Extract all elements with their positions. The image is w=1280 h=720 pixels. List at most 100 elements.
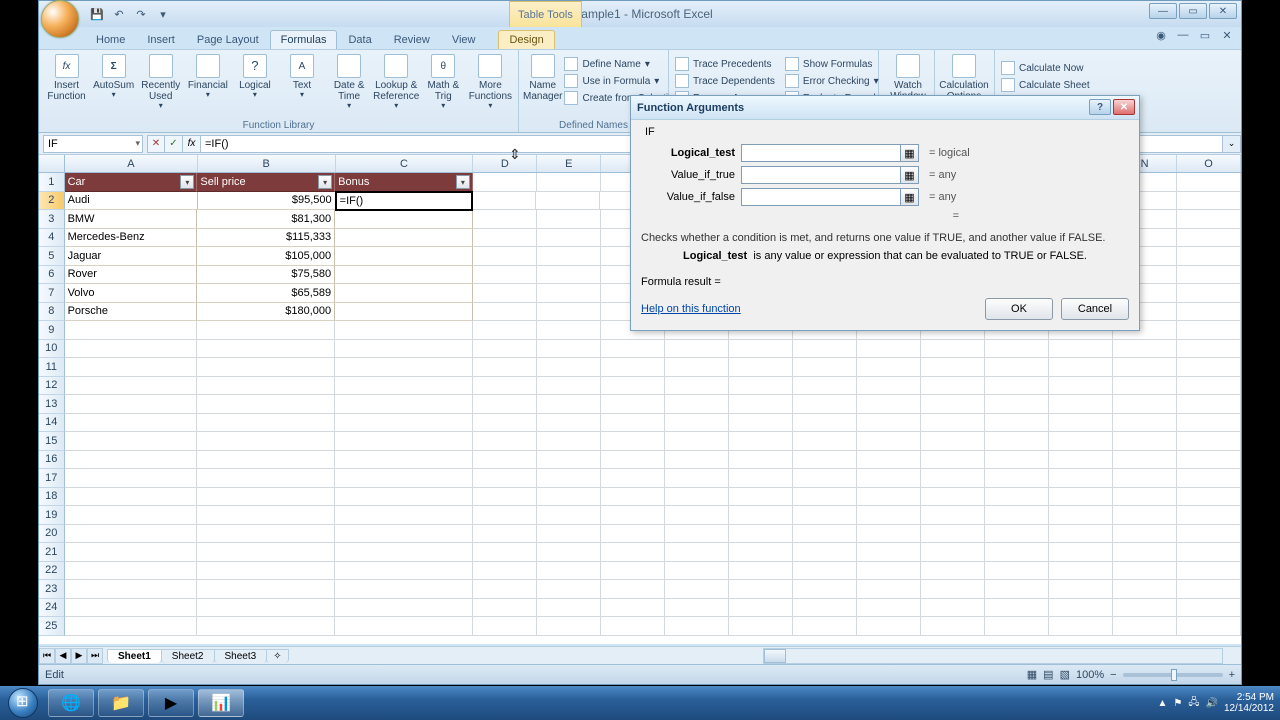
cell-M12[interactable] (1049, 377, 1113, 396)
row-header-18[interactable]: 18 (39, 488, 65, 507)
cell-I25[interactable] (793, 617, 857, 636)
cell-M20[interactable] (1049, 525, 1113, 544)
cell-O2[interactable] (1177, 192, 1241, 211)
cell-D22[interactable] (473, 562, 537, 581)
cell-N21[interactable] (1113, 543, 1177, 562)
cell-A5[interactable]: Jaguar (65, 247, 198, 266)
cell-G16[interactable] (665, 451, 729, 470)
cell-F25[interactable] (601, 617, 665, 636)
column-header-C[interactable]: C (336, 155, 474, 172)
use-in-formula-button[interactable]: Use in Formula ▾ (562, 73, 681, 89)
cell-F12[interactable] (601, 377, 665, 396)
trace-precedents-button[interactable]: Trace Precedents (673, 56, 777, 72)
cell-O3[interactable] (1177, 210, 1241, 229)
cell-C13[interactable] (335, 395, 473, 414)
cell-H23[interactable] (729, 580, 793, 599)
cell-O25[interactable] (1177, 617, 1241, 636)
cell-D13[interactable] (473, 395, 537, 414)
cell-B14[interactable] (197, 414, 335, 433)
cell-D1[interactable] (473, 173, 537, 192)
cell-H12[interactable] (729, 377, 793, 396)
cell-J23[interactable] (857, 580, 921, 599)
tab-home[interactable]: Home (85, 30, 136, 49)
redo-icon[interactable]: ↷ (131, 4, 151, 24)
row-header-15[interactable]: 15 (39, 432, 65, 451)
cell-D14[interactable] (473, 414, 537, 433)
cell-A18[interactable] (65, 488, 198, 507)
row-header-12[interactable]: 12 (39, 377, 65, 396)
cell-I19[interactable] (793, 506, 857, 525)
cell-B1[interactable]: Sell price▾ (197, 173, 335, 192)
cell-B7[interactable]: $65,589 (197, 284, 335, 303)
cell-C17[interactable] (335, 469, 473, 488)
system-clock[interactable]: 2:54 PM 12/14/2012 (1224, 692, 1274, 714)
cell-J17[interactable] (857, 469, 921, 488)
tab-page-layout[interactable]: Page Layout (186, 30, 270, 49)
row-header-21[interactable]: 21 (39, 543, 65, 562)
cell-O10[interactable] (1177, 340, 1241, 359)
cell-C8[interactable] (335, 303, 473, 322)
cell-J13[interactable] (857, 395, 921, 414)
name-box[interactable]: IF (43, 135, 143, 153)
cell-E22[interactable] (537, 562, 601, 581)
cell-J10[interactable] (857, 340, 921, 359)
calculate-sheet-button[interactable]: Calculate Sheet (999, 77, 1092, 93)
row-header-14[interactable]: 14 (39, 414, 65, 433)
cell-L13[interactable] (985, 395, 1049, 414)
row-header-17[interactable]: 17 (39, 469, 65, 488)
cell-B25[interactable] (197, 617, 335, 636)
tab-formulas[interactable]: Formulas (270, 30, 338, 49)
cell-K15[interactable] (921, 432, 985, 451)
expand-formula-bar-button[interactable]: ⌄ (1223, 135, 1241, 153)
cell-C16[interactable] (335, 451, 473, 470)
row-header-5[interactable]: 5 (39, 247, 65, 266)
arg-input-value_if_true[interactable] (741, 166, 901, 184)
cell-I13[interactable] (793, 395, 857, 414)
sheet-nav-prev[interactable]: ◀ (55, 648, 71, 664)
cell-C10[interactable] (335, 340, 473, 359)
cell-H19[interactable] (729, 506, 793, 525)
name-manager-button[interactable]: Name Manager (523, 52, 562, 106)
cell-B13[interactable] (197, 395, 335, 414)
cell-E19[interactable] (537, 506, 601, 525)
cell-E13[interactable] (537, 395, 601, 414)
help-icon[interactable]: ◉ (1153, 29, 1169, 42)
cell-G24[interactable] (665, 599, 729, 618)
cell-H22[interactable] (729, 562, 793, 581)
tray-volume-icon[interactable]: 🔊 (1205, 698, 1217, 709)
cell-D4[interactable] (473, 229, 537, 248)
zoom-in-button[interactable]: + (1229, 669, 1235, 681)
cell-O9[interactable] (1177, 321, 1241, 340)
cell-E6[interactable] (537, 266, 601, 285)
undo-icon[interactable]: ↶ (109, 4, 129, 24)
cell-J15[interactable] (857, 432, 921, 451)
cell-I10[interactable] (793, 340, 857, 359)
cell-G21[interactable] (665, 543, 729, 562)
cell-E5[interactable] (537, 247, 601, 266)
view-page-break-icon[interactable]: ▧ (1060, 668, 1070, 681)
maximize-button[interactable]: ▭ (1179, 3, 1207, 19)
sheet-nav-next[interactable]: ▶ (71, 648, 87, 664)
cell-M18[interactable] (1049, 488, 1113, 507)
cell-D10[interactable] (473, 340, 537, 359)
cell-E12[interactable] (537, 377, 601, 396)
cell-A12[interactable] (65, 377, 198, 396)
cell-F16[interactable] (601, 451, 665, 470)
cell-O17[interactable] (1177, 469, 1241, 488)
cell-G10[interactable] (665, 340, 729, 359)
sheet-nav-first[interactable]: ⏮ (39, 648, 55, 664)
range-picker-button[interactable]: ▦ (901, 166, 919, 184)
dialog-help-button[interactable]: ? (1089, 99, 1111, 115)
cell-J18[interactable] (857, 488, 921, 507)
cell-G20[interactable] (665, 525, 729, 544)
cell-G15[interactable] (665, 432, 729, 451)
row-header-19[interactable]: 19 (39, 506, 65, 525)
sheet-tab-sheet2[interactable]: Sheet2 (161, 649, 215, 663)
cell-C15[interactable] (335, 432, 473, 451)
cell-C18[interactable] (335, 488, 473, 507)
text-button[interactable]: AText▾ (278, 52, 325, 111)
dialog-title-bar[interactable]: Function Arguments ? ✕ (631, 96, 1139, 120)
cell-B18[interactable] (197, 488, 335, 507)
cell-C6[interactable] (335, 266, 473, 285)
cell-L24[interactable] (985, 599, 1049, 618)
